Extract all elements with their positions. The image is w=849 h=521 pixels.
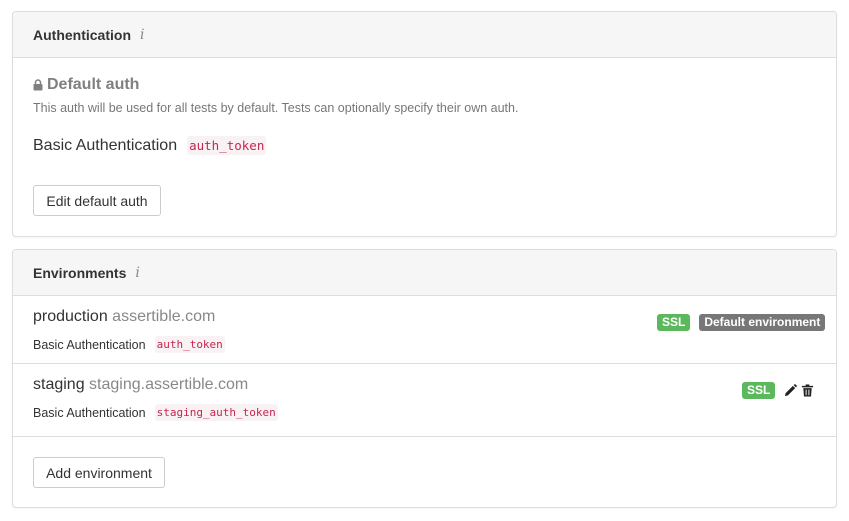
environments-panel-header: Environments i: [13, 250, 836, 296]
default-auth-heading: Default auth: [33, 76, 816, 94]
environment-auth-type: Basic Authentication: [33, 337, 146, 352]
environment-auth-type: Basic Authentication: [33, 405, 146, 420]
default-auth-section: Default auth This auth will be used for …: [13, 58, 836, 155]
ssl-badge: SSL: [742, 382, 776, 399]
environment-badges: SSL: [742, 382, 814, 399]
trash-icon[interactable]: [801, 384, 814, 397]
environment-host: assertible.com: [112, 308, 216, 325]
default-environment-badge: Default environment: [699, 314, 826, 331]
environment-auth: Basic Authentication auth_token: [33, 336, 225, 353]
environment-title: production assertible.com: [33, 308, 215, 326]
edit-default-auth-button[interactable]: Edit default auth: [33, 185, 161, 216]
environment-host: staging.assertible.com: [89, 376, 249, 393]
default-auth-description: This auth will be used for all tests by …: [33, 101, 519, 115]
authentication-panel-header: Authentication i: [13, 12, 836, 58]
environment-row-production: production assertible.com Basic Authenti…: [13, 296, 836, 364]
info-icon[interactable]: i: [140, 28, 144, 42]
environment-auth-name: auth_token: [154, 336, 225, 353]
environment-name: staging: [33, 376, 85, 393]
ssl-badge: SSL: [657, 314, 691, 331]
info-icon[interactable]: i: [135, 266, 139, 280]
add-environment-button[interactable]: Add environment: [33, 457, 165, 488]
default-auth-name: auth_token: [187, 136, 267, 155]
environment-badges: SSL Default environment: [657, 314, 826, 331]
environment-name: production: [33, 308, 108, 325]
default-auth-type: Basic Authentication: [33, 136, 178, 154]
lock-icon: [33, 79, 43, 91]
environment-auth: Basic Authentication staging_auth_token: [33, 404, 278, 421]
environments-panel: Environments i production assertible.com…: [12, 249, 837, 508]
authentication-panel: Authentication i Default auth This auth …: [12, 11, 837, 237]
environment-title: staging staging.assertible.com: [33, 376, 248, 394]
environments-panel-title: Environments: [33, 264, 127, 281]
default-auth-detail: Basic Authentication auth_token: [33, 136, 816, 155]
environment-auth-name: staging_auth_token: [154, 404, 278, 421]
environment-row-staging: staging staging.assertible.com Basic Aut…: [13, 364, 836, 437]
default-auth-title: Default auth: [47, 76, 140, 93]
authentication-panel-title: Authentication: [33, 26, 131, 43]
pencil-icon[interactable]: [784, 384, 798, 397]
